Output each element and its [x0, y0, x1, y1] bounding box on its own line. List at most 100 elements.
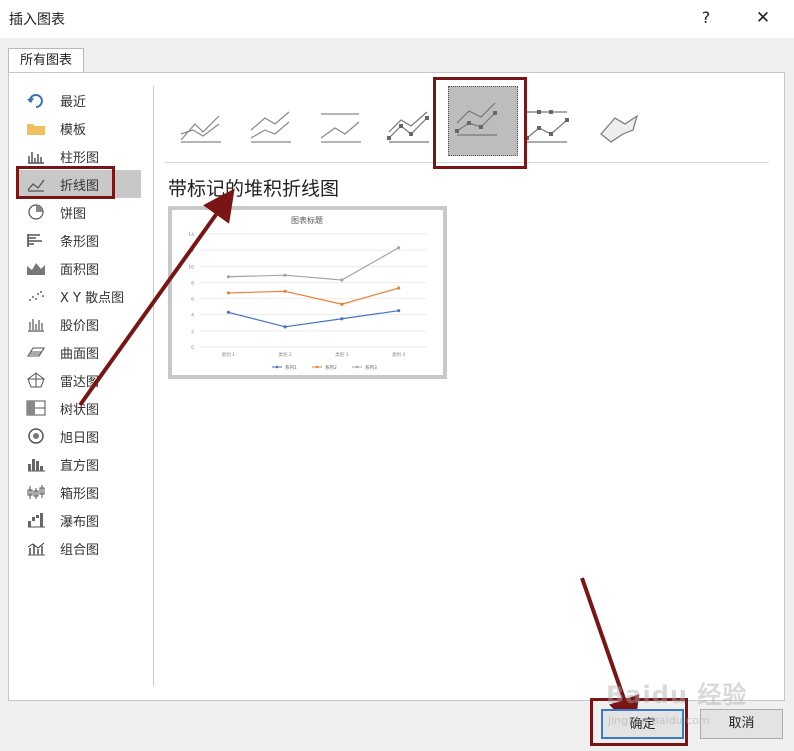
- sidebar-item-waterfall-chart[interactable]: 瀑布图: [16, 506, 141, 534]
- sidebar-item-stock-chart[interactable]: 股价图: [16, 310, 141, 338]
- data-point: [340, 317, 344, 321]
- help-button[interactable]: ?: [695, 7, 717, 29]
- percent-stacked-line-with-markers-subtype-icon: [523, 110, 579, 154]
- sidebar-item-label: X Y 散点图: [60, 290, 125, 306]
- histogram-chart-icon: [26, 456, 46, 472]
- sidebar-item-scatter-chart[interactable]: X Y 散点图: [16, 282, 141, 310]
- sidebar-item-label: 饼图: [60, 206, 87, 222]
- sidebar-item-pie-chart[interactable]: 饼图: [16, 198, 141, 226]
- sidebar-item-box-whisker-chart[interactable]: 箱形图: [16, 478, 141, 506]
- data-point: [283, 289, 287, 293]
- sidebar-item-surface-chart[interactable]: 曲面图: [16, 338, 141, 366]
- pie-chart-icon: [26, 204, 46, 220]
- stacked-line-subtype-icon: [243, 111, 299, 154]
- combo-chart-icon: [26, 540, 46, 556]
- x-tick-label: 类别 1: [222, 351, 235, 358]
- treemap-chart-icon: [26, 400, 46, 416]
- stock-chart-icon: [26, 316, 46, 332]
- sunburst-chart-icon: [26, 428, 46, 444]
- sidebar-item-label: 柱形图: [60, 150, 100, 166]
- sidebar-item-label: 模板: [60, 122, 87, 138]
- 3d-line-subtype-icon: [593, 114, 649, 154]
- sidebar-item-label: 股价图: [60, 318, 100, 334]
- legend-marker: [315, 365, 319, 369]
- scatter-chart-icon: [26, 288, 46, 304]
- sidebar-item-label: 组合图: [60, 542, 100, 558]
- legend-label: 系列3: [365, 364, 377, 371]
- preview-chart: 图表标题 0 2 4 6 8 10 12 14 类别 1 类别 2 类别 3 类别 4 系列1 系列2 系列3: [188, 215, 427, 371]
- chart-subtype-1[interactable]: [243, 94, 303, 154]
- folder-icon: [26, 120, 46, 136]
- sidebar-item-combo-chart[interactable]: 组合图: [16, 534, 141, 562]
- line-subtype-icon: [173, 115, 229, 154]
- column-chart-icon: [26, 148, 46, 164]
- cancel-button[interactable]: 取消: [700, 709, 783, 739]
- sidebar-divider: [153, 86, 154, 686]
- sidebar-item-sunburst-chart[interactable]: 旭日图: [16, 422, 141, 450]
- annotation-box-subtype: [433, 77, 527, 169]
- data-point: [340, 278, 344, 282]
- radar-chart-icon: [26, 372, 46, 388]
- annotation-box-line-chart: [16, 166, 115, 199]
- sidebar-item-area-chart[interactable]: 面积图: [16, 254, 141, 282]
- sidebar-item-undo[interactable]: 最近: [16, 86, 141, 114]
- data-point: [283, 273, 287, 277]
- box-whisker-chart-icon: [26, 484, 46, 500]
- area-chart-icon: [26, 260, 46, 276]
- data-point: [397, 286, 401, 290]
- sidebar-item-label: 瀑布图: [60, 514, 100, 530]
- data-point: [226, 275, 230, 279]
- legend-marker: [275, 365, 279, 369]
- sidebar-item-label: 旭日图: [60, 430, 100, 446]
- sidebar-item-folder[interactable]: 模板: [16, 114, 141, 142]
- series-line-3: [228, 247, 399, 281]
- chart-preview: 图表标题 0 2 4 6 8 10 12 14 类别 1 类别 2 类别 3 类别 4 系列1 系列2 系列3: [168, 206, 447, 379]
- x-tick-label: 类别 2: [278, 351, 291, 358]
- sidebar-item-label: 雷达图: [60, 374, 100, 390]
- legend-label: 系列1: [285, 364, 297, 371]
- sidebar-item-treemap-chart[interactable]: 树状图: [16, 394, 141, 422]
- sidebar-item-label: 直方图: [60, 458, 100, 474]
- waterfall-chart-icon: [26, 512, 46, 528]
- y-tick-label: 4: [191, 313, 194, 319]
- data-point: [340, 302, 344, 306]
- chart-title: 图表标题: [291, 215, 323, 225]
- sidebar-item-radar-chart[interactable]: 雷达图: [16, 366, 141, 394]
- data-point: [283, 325, 287, 329]
- legend-marker: [355, 365, 359, 369]
- surface-chart-icon: [26, 344, 46, 360]
- chart-type-list: 最近 模板 柱形图 折线图 饼图 条形图 面积图 X Y 散点图 股价图 曲面图 雷达图 树状图 旭日图…: [16, 86, 141, 562]
- x-tick-label: 类别 4: [392, 351, 405, 358]
- data-point: [226, 310, 230, 314]
- chart-subtype-6[interactable]: [593, 94, 653, 154]
- y-tick-label: 12: [188, 248, 194, 254]
- close-button[interactable]: ✕: [752, 7, 774, 29]
- y-tick-label: 8: [191, 280, 194, 286]
- title-bar: 插入图表 ? ✕: [0, 0, 794, 38]
- percent-stacked-line-subtype-icon: [313, 113, 369, 154]
- data-point: [397, 246, 401, 250]
- y-tick-label: 6: [191, 297, 194, 303]
- series-line-2: [228, 287, 399, 305]
- sidebar-item-histogram-chart[interactable]: 直方图: [16, 450, 141, 478]
- sidebar-item-label: 曲面图: [60, 346, 100, 362]
- sidebar-item-label: 箱形图: [60, 486, 100, 502]
- y-tick-label: 0: [191, 345, 194, 351]
- y-tick-label: 10: [188, 264, 194, 270]
- sidebar-item-bar-chart[interactable]: 条形图: [16, 226, 141, 254]
- chart-subtype-0[interactable]: [173, 94, 233, 154]
- chart-subtype-5[interactable]: [523, 94, 583, 154]
- watermark-logo: Baidu 经验: [606, 681, 748, 709]
- data-point: [226, 291, 230, 295]
- y-tick-label: 2: [191, 329, 194, 335]
- legend-label: 系列2: [325, 364, 337, 371]
- x-tick-label: 类别 3: [335, 351, 348, 358]
- series-line-1: [228, 310, 399, 328]
- watermark-url: jingyan.baidu.com: [608, 714, 710, 727]
- sidebar-item-label: 条形图: [60, 234, 100, 250]
- tab-all-charts[interactable]: 所有图表: [8, 48, 84, 73]
- chart-subtype-2[interactable]: [313, 94, 373, 154]
- sidebar-item-label: 面积图: [60, 262, 100, 278]
- chart-subtype-name: 带标记的堆积折线图: [168, 178, 340, 200]
- window-title: 插入图表: [9, 12, 65, 28]
